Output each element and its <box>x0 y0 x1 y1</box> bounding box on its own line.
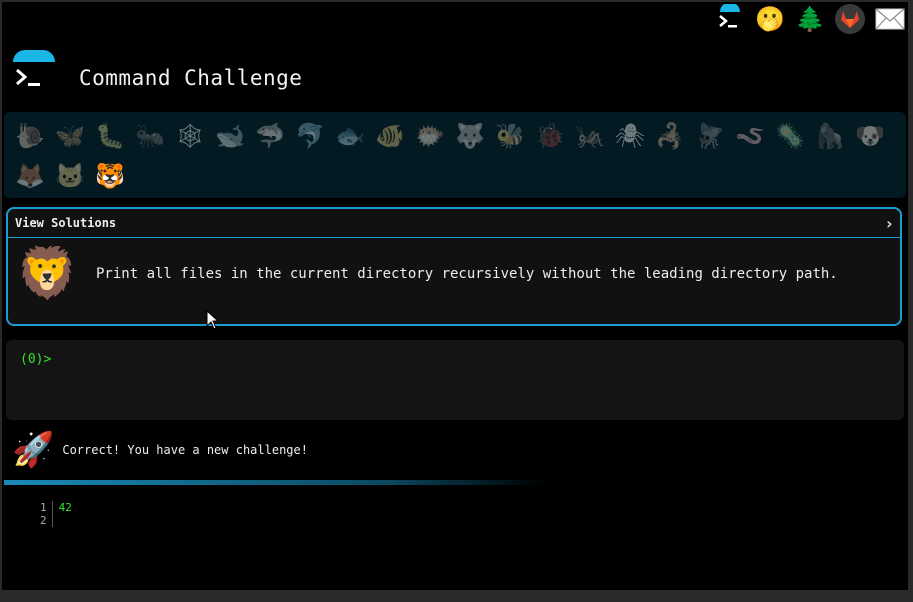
output-line: 42 <box>58 501 72 514</box>
spider-icon[interactable]: 🕷 <box>610 116 650 156</box>
gorilla-icon[interactable]: 🦍 <box>810 116 850 156</box>
challenge-panel: View Solutions › 🦁 Print all files in th… <box>6 207 902 326</box>
hushed-face-glyph: 🫢 <box>755 5 785 33</box>
command-output: 1 2 42 <box>40 501 72 527</box>
view-solutions-label: View Solutions <box>15 216 117 230</box>
mail-icon[interactable] <box>875 4 905 34</box>
mouse-cursor-icon <box>206 309 220 334</box>
challenge-body: 🦁 Print all files in the current directo… <box>8 238 900 309</box>
line-number: 2 <box>40 514 47 527</box>
spider-web-icon[interactable]: 🕸 <box>170 116 210 156</box>
blowfish-icon[interactable]: 🐡 <box>410 116 450 156</box>
fox-icon[interactable]: 🦊 <box>10 156 50 196</box>
challenge-picker: 🐌 🦋 🐛 🐜 🕸 🐋 🦈 🐬 🐟 🐠 🐡 🐺 🐝 🐞 🦗 🕷 🦂 🪰 🪱 🦠 … <box>4 112 906 198</box>
terminal-prompt: (0)> <box>20 352 52 367</box>
page: 🫢 🌲 Command Challenge 🐌 � <box>2 2 908 590</box>
line-numbers: 1 2 <box>40 501 53 527</box>
line-number: 1 <box>40 501 47 514</box>
progress-bar <box>4 480 908 485</box>
terminal-input[interactable]: (0)> <box>6 340 904 420</box>
chevron-right-icon: › <box>884 213 894 233</box>
bee-icon[interactable]: 🐝 <box>490 116 530 156</box>
page-title: Command Challenge <box>79 66 303 90</box>
output-lines: 42 <box>53 501 72 527</box>
rocket-icon: 🚀 <box>12 430 55 470</box>
tree-glyph: 🌲 <box>795 5 825 33</box>
butterfly-icon[interactable]: 🦋 <box>50 116 90 156</box>
result-text: Correct! You have a new challenge! <box>62 443 308 457</box>
shark-icon[interactable]: 🦈 <box>250 116 290 156</box>
ladybug-icon[interactable]: 🐞 <box>530 116 570 156</box>
wolf-icon[interactable]: 🐺 <box>450 116 490 156</box>
cat-icon[interactable]: 🐱 <box>50 156 90 196</box>
snail-icon[interactable]: 🐌 <box>10 116 50 156</box>
whale-icon[interactable]: 🐋 <box>210 116 250 156</box>
worm-icon[interactable]: 🪱 <box>730 116 770 156</box>
ant-icon[interactable]: 🐜 <box>130 116 170 156</box>
caterpillar-icon[interactable]: 🐛 <box>90 116 130 156</box>
lion-icon: 🦁 <box>16 244 79 302</box>
challenge-description: Print all files in the current directory… <box>96 265 838 282</box>
terminal-logo-icon[interactable] <box>10 50 55 96</box>
gitlab-icon[interactable] <box>835 4 865 34</box>
view-solutions-toggle[interactable]: View Solutions › <box>8 209 900 238</box>
scorpion-icon[interactable]: 🦂 <box>650 116 690 156</box>
fly-icon[interactable]: 🪰 <box>690 116 730 156</box>
dog-icon[interactable]: 🐶 <box>850 116 890 156</box>
fish-icon[interactable]: 🐟 <box>330 116 370 156</box>
tree-icon[interactable]: 🌲 <box>795 4 825 34</box>
result-message: 🚀 Correct! You have a new challenge! <box>12 430 308 470</box>
cricket-icon[interactable]: 🦗 <box>570 116 610 156</box>
tiger-icon[interactable]: 🐯 <box>90 156 130 196</box>
terminal-logo-icon[interactable] <box>715 4 745 34</box>
dolphin-icon[interactable]: 🐬 <box>290 116 330 156</box>
tropical-fish-icon[interactable]: 🐠 <box>370 116 410 156</box>
microbe-icon[interactable]: 🦠 <box>770 116 810 156</box>
header: Command Challenge <box>10 50 302 96</box>
top-icons-bar: 🫢 🌲 <box>715 4 905 34</box>
progress-fill <box>4 480 547 485</box>
hushed-face-icon[interactable]: 🫢 <box>755 4 785 34</box>
